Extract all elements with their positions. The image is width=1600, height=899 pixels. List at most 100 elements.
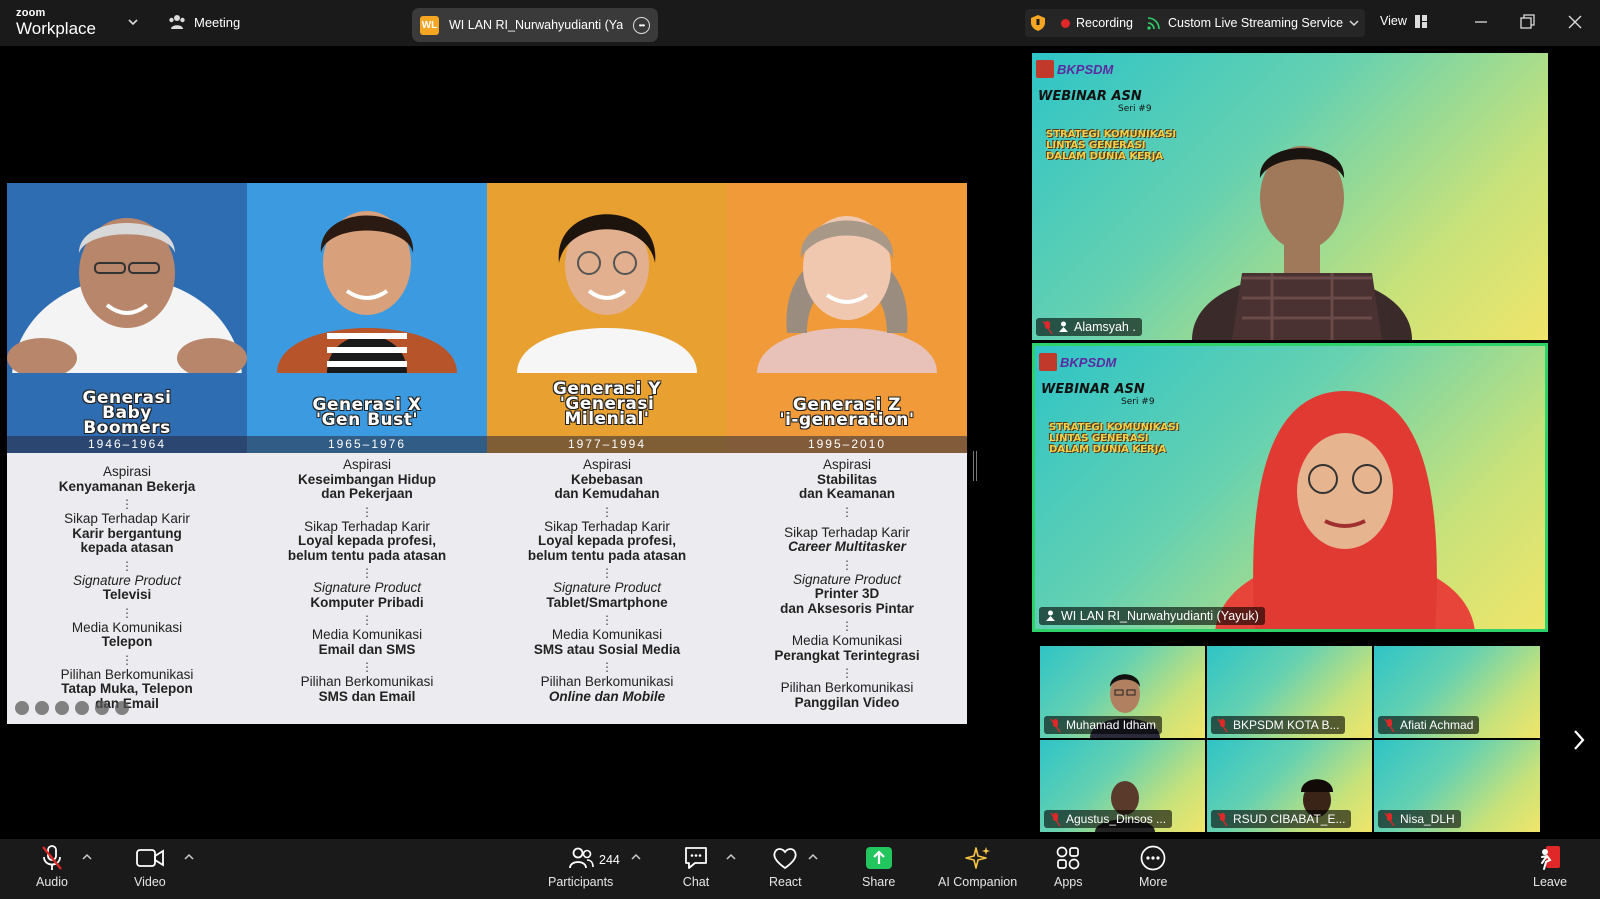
participant-name-tag: Afiati Achmad <box>1378 716 1480 734</box>
video-label: Video <box>134 875 166 889</box>
chat-button[interactable]: Chat <box>682 845 710 889</box>
chevron-down-icon[interactable] <box>127 16 139 28</box>
share-button[interactable]: Share <box>862 845 895 889</box>
speaker-avatar-badge: WL <box>420 15 439 35</box>
generation-title: Generasi Baby Boomers <box>82 387 172 438</box>
pilihan-value: Panggilan Video <box>794 694 900 710</box>
participant-name-tag: WI LAN RI_Nurwahyudianti (Yayuk) <box>1039 607 1265 625</box>
splitter-handle[interactable] <box>973 451 977 481</box>
mic-muted-icon <box>42 845 62 870</box>
video-tile-small[interactable]: RSUD CIBABAT_E... <box>1207 740 1372 832</box>
karir-label: Sikap Terhadap Karir <box>304 518 430 534</box>
recording-dot-icon <box>1061 18 1070 28</box>
webinar-series: Seri #9 <box>1118 104 1152 114</box>
media-label: Media Komunikasi <box>71 619 183 635</box>
pilihan-label: Pilihan Berkomunikasi <box>60 666 194 682</box>
apps-button[interactable]: Apps <box>1054 845 1083 889</box>
video-tile-small[interactable]: Nisa_DLH <box>1374 740 1540 832</box>
participant-name: Muhamad Idham <box>1066 718 1157 732</box>
chevron-down-icon[interactable] <box>1349 18 1359 28</box>
close-icon[interactable] <box>1565 12 1585 32</box>
video-tile-active-speaker[interactable]: BKPSDM WEBINAR ASN Seri #9 STRATEGI KOMUN… <box>1032 343 1548 632</box>
logo-text: BKPSDM <box>1057 61 1114 77</box>
mic-muted-icon <box>1384 718 1395 732</box>
streaming-label[interactable]: Custom Live Streaming Service <box>1168 16 1343 30</box>
webinar-subtitle: STRATEGI KOMUNIKASI LINTAS GENERASI DALA… <box>1049 422 1180 455</box>
mic-muted-icon <box>1050 812 1061 826</box>
chevron-right-icon[interactable] <box>1572 728 1586 752</box>
participants-count: 244 <box>599 853 620 867</box>
meeting-info-button[interactable]: Meeting <box>168 14 240 30</box>
leave-button[interactable]: Leave <box>1533 845 1567 889</box>
product-label: Signature Product <box>552 580 662 595</box>
chevron-up-icon[interactable] <box>808 853 818 861</box>
mic-muted-icon <box>1217 812 1228 826</box>
aspirasi-value: Kebebasan dan Kemudahan <box>554 471 660 501</box>
more-label: More <box>1139 875 1168 889</box>
pilihan-value: SMS dan Email <box>318 688 416 704</box>
media-label: Media Komunikasi <box>551 627 663 642</box>
audio-button[interactable]: Audio <box>36 845 68 889</box>
product-value: Tablet/Smartphone <box>546 594 668 610</box>
participant-name: Nisa_DLH <box>1400 812 1455 826</box>
participants-button[interactable]: Participants <box>548 845 613 889</box>
generation-years: 1946–1964 <box>7 436 247 453</box>
meeting-toolbar: Audio Video Participants 244 Chat React … <box>0 839 1600 899</box>
ai-companion-label: AI Companion <box>938 875 1018 889</box>
logo-text: BKPSDM <box>1060 354 1117 370</box>
video-tile-small[interactable]: Afiati Achmad <box>1374 646 1540 738</box>
aspirasi-label: Aspirasi <box>342 457 391 472</box>
react-label: React <box>769 875 802 889</box>
slide-toolbar <box>15 701 129 715</box>
video-tile-small[interactable]: BKPSDM KOTA B... <box>1207 646 1372 738</box>
react-button[interactable]: React <box>769 845 802 889</box>
forward-icon[interactable] <box>115 701 129 715</box>
zoom-workplace-logo[interactable]: zoom Workplace <box>16 8 96 38</box>
pilihan-label: Pilihan Berkomunikasi <box>300 674 434 689</box>
karir-value: Career Multitasker <box>788 539 906 554</box>
presentation-slide: Generasi Baby Boomers 1946–1964 Aspirasi… <box>7 183 967 724</box>
chevron-up-icon[interactable] <box>631 853 641 861</box>
generation-body: Aspirasi Stabilitas dan Keamanan ⋮ Sikap … <box>727 457 967 715</box>
chevron-up-icon[interactable] <box>184 853 194 861</box>
video-tile-alamsyah[interactable]: BKPSDM WEBINAR ASN Seri #9 STRATEGI KOMUN… <box>1032 53 1548 340</box>
participant-name-tag: Agustus_Dinsos ... <box>1044 810 1173 828</box>
more-options-icon[interactable]: ••• <box>633 16 650 34</box>
aspirasi-label: Aspirasi <box>102 464 151 479</box>
video-button[interactable]: Video <box>134 845 166 889</box>
video-tile-small[interactable]: Muhamad Idham <box>1040 646 1205 738</box>
product-value: Komputer Pribadi <box>310 594 424 610</box>
aspirasi-value: Keseimbangan Hidup dan Pekerjaan <box>297 471 437 501</box>
gen-z-photo <box>727 183 967 373</box>
active-speaker-pill[interactable]: WL WI LAN RI_Nurwahyudianti (Yayu ••• <box>412 8 658 42</box>
chat-bubble-icon <box>685 847 707 869</box>
ai-companion-button[interactable]: AI Companion <box>938 845 1017 889</box>
participant-name-tag: Muhamad Idham <box>1044 716 1163 734</box>
participant-name: BKPSDM KOTA B... <box>1233 718 1340 732</box>
webinar-heading: WEBINAR ASN Seri #9 <box>1038 89 1152 114</box>
sparkle-icon <box>964 847 990 869</box>
shared-screen[interactable]: Generasi Baby Boomers 1946–1964 Aspirasi… <box>7 131 967 756</box>
menu-icon[interactable] <box>95 701 109 715</box>
back-icon[interactable] <box>15 701 29 715</box>
media-label: Media Komunikasi <box>791 633 903 648</box>
view-button[interactable]: View <box>1380 14 1427 28</box>
minimize-icon[interactable] <box>1471 12 1491 32</box>
security-shield-icon[interactable] <box>1031 15 1045 31</box>
aspirasi-label: Aspirasi <box>822 457 871 472</box>
video-tile-small[interactable]: Agustus_Dinsos ... <box>1040 740 1205 832</box>
pen-icon[interactable] <box>35 701 49 715</box>
pilihan-value: Online dan Mobile <box>548 688 666 704</box>
mic-muted-icon <box>1050 718 1061 732</box>
generation-body: Aspirasi Kebebasan dan Kemudahan ⋮ Sikap … <box>487 457 727 709</box>
more-button[interactable]: More <box>1139 845 1167 889</box>
chevron-up-icon[interactable] <box>726 853 736 861</box>
webinar-subtitle: STRATEGI KOMUNIKASI LINTAS GENERASI DALA… <box>1046 129 1177 162</box>
karir-value: Loyal kepada profesi, belum tentu pada a… <box>527 533 687 563</box>
chevron-up-icon[interactable] <box>82 853 92 861</box>
recording-label[interactable]: Recording <box>1076 16 1133 30</box>
pilihan-label: Pilihan Berkomunikasi <box>540 674 674 689</box>
restore-window-icon[interactable] <box>1517 12 1537 32</box>
zoom-icon[interactable] <box>55 701 69 715</box>
slides-icon[interactable] <box>75 701 89 715</box>
